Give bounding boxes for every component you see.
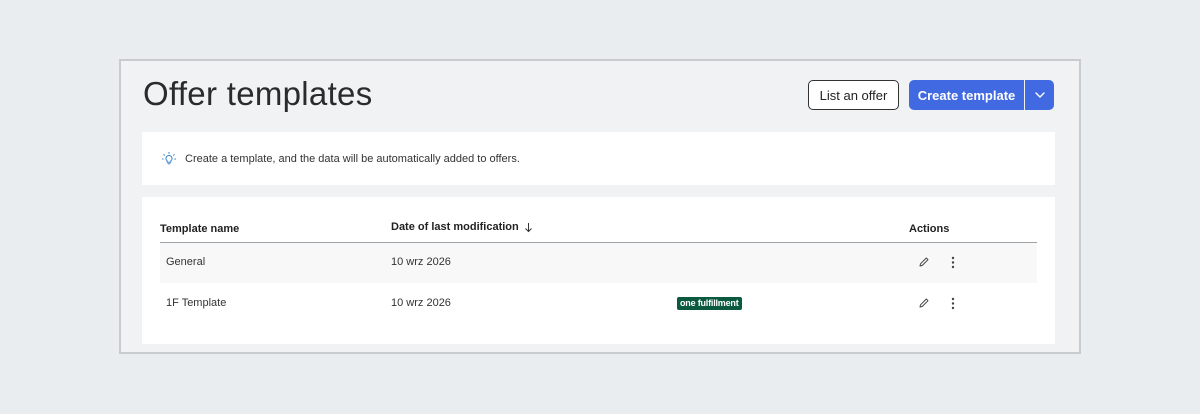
offer-templates-panel: Offer templates List an offer Create tem… (119, 59, 1081, 354)
one-fulfillment-badge: one fulfillment (677, 297, 742, 310)
pencil-icon[interactable] (917, 296, 931, 310)
info-text: Create a template, and the data will be … (185, 152, 520, 165)
list-offer-button[interactable]: List an offer (808, 80, 899, 110)
kebab-menu-icon[interactable] (948, 255, 958, 270)
modification-date: 10 wrz 2026 (391, 297, 451, 309)
lightbulb-icon (161, 151, 177, 167)
arrow-down-icon (524, 222, 532, 232)
column-header-name[interactable]: Template name (160, 223, 239, 235)
table-row[interactable]: 1F Template 10 wrz 2026 one fulfillment (160, 284, 1037, 324)
templates-table: Template name Date of last modification … (142, 197, 1055, 344)
page-title: Offer templates (143, 75, 373, 112)
column-header-date[interactable]: Date of last modification (391, 221, 533, 233)
template-name[interactable]: General (166, 256, 205, 268)
column-header-date-label: Date of last modification (391, 221, 519, 233)
chevron-down-icon (1034, 92, 1045, 98)
table-row[interactable]: General 10 wrz 2026 (160, 243, 1037, 283)
info-banner: Create a template, and the data will be … (142, 132, 1055, 185)
kebab-menu-icon[interactable] (948, 296, 958, 311)
template-name[interactable]: 1F Template (166, 297, 226, 309)
create-template-dropdown-button[interactable] (1025, 80, 1054, 110)
pencil-icon[interactable] (917, 255, 931, 269)
modification-date: 10 wrz 2026 (391, 256, 451, 268)
create-template-button[interactable]: Create template (909, 80, 1024, 110)
column-header-actions: Actions (909, 223, 950, 235)
